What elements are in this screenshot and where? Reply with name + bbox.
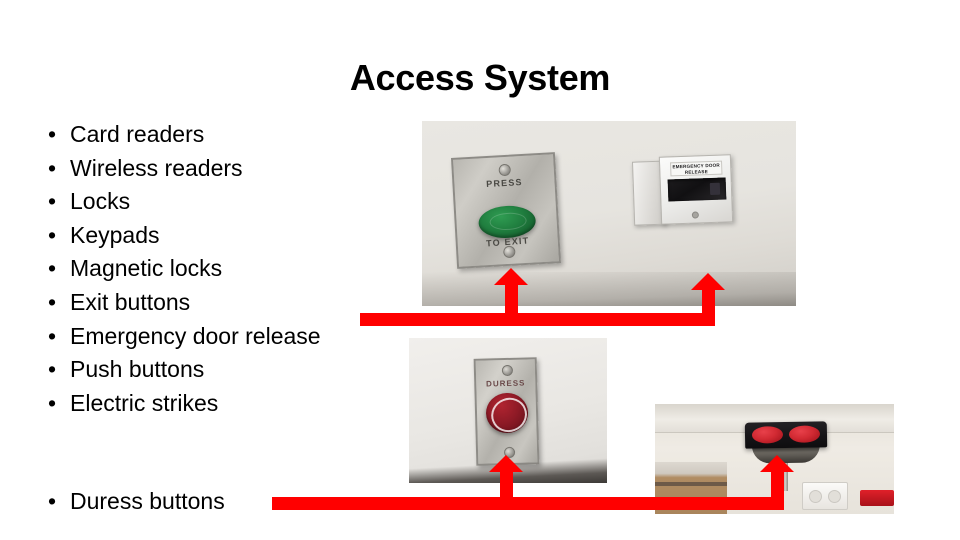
list-item: • Emergency door release xyxy=(48,320,378,354)
bullet-icon: • xyxy=(48,121,57,147)
connector-bar xyxy=(272,497,784,510)
list-item-label: Card readers xyxy=(70,121,205,147)
page-title: Access System xyxy=(349,57,611,98)
bullet-icon: • xyxy=(48,188,57,215)
connector-stem xyxy=(771,470,784,500)
list-item: • Electric strikes xyxy=(48,387,378,421)
box-opening xyxy=(667,177,727,202)
press-to-exit-plate: PRESS TO EXIT xyxy=(450,152,562,269)
connector-stem xyxy=(702,288,715,316)
list-item-label: Locks xyxy=(70,188,131,215)
list-item-label: Wireless readers xyxy=(70,154,243,181)
feature-bullet-list: • Card readers • Wireless readers • Locks •… xyxy=(48,118,378,420)
bullet-icon: • xyxy=(48,322,57,349)
list-item: • Wireless readers xyxy=(48,152,378,186)
list-item-label: Push buttons xyxy=(70,356,205,383)
bullet-icon: • xyxy=(48,356,57,383)
rotate-arrow-icon xyxy=(485,392,532,438)
list-item-label: Exit buttons xyxy=(70,288,191,315)
list-item: • Keypads xyxy=(48,219,378,253)
list-item-label: Emergency door release xyxy=(70,322,321,349)
green-exit-button xyxy=(477,204,537,240)
screw-icon xyxy=(502,245,516,259)
wall-shadow xyxy=(422,272,796,306)
emergency-door-release-label: EMERGENCY DOOR RELEASE xyxy=(670,160,723,177)
box-front-panel: EMERGENCY DOOR RELEASE xyxy=(658,154,734,225)
bullet-icon: • xyxy=(48,288,57,315)
list-item-label: Magnetic locks xyxy=(70,255,223,282)
red-duress-button xyxy=(485,392,532,438)
bullet-icon: • xyxy=(48,389,57,416)
list-item: • Exit buttons xyxy=(48,286,378,320)
sensor-lens-icon xyxy=(788,425,821,443)
photo-exit-button-and-emergency-door-release: PRESS TO EXIT EMERGENCY DOOR RELEASE xyxy=(422,121,796,306)
arrow-head-up-icon xyxy=(494,268,528,285)
list-item-label: Keypads xyxy=(70,221,160,248)
list-item: • Locks xyxy=(48,185,378,219)
sensor-lens-icon xyxy=(751,426,784,444)
red-wall-device xyxy=(860,490,894,506)
list-item-label: Duress buttons xyxy=(70,488,225,514)
list-item: • Push buttons xyxy=(48,353,378,387)
list-item: • Magnetic locks xyxy=(48,252,378,286)
arrow-head-up-icon xyxy=(691,273,725,290)
connector-bar xyxy=(360,313,715,326)
connector-stem xyxy=(500,470,513,500)
bullet-icon: • xyxy=(48,221,57,248)
connector-stem xyxy=(505,283,518,315)
wall-outlet xyxy=(802,482,848,510)
screw-icon xyxy=(501,364,513,377)
dual-lens-motion-sensor xyxy=(744,421,828,449)
list-item-duress: • Duress buttons xyxy=(48,485,225,519)
arrow-head-up-icon xyxy=(760,455,794,472)
list-item: • Card readers xyxy=(48,118,378,152)
duress-button-plate: DURESS xyxy=(473,357,540,466)
arrow-head-up-icon xyxy=(489,455,523,472)
list-item-label: Electric strikes xyxy=(70,389,219,416)
bullet-icon: • xyxy=(48,255,57,282)
plate-label-press: PRESS xyxy=(485,177,523,190)
emergency-door-release-box: EMERGENCY DOOR RELEASE xyxy=(631,154,734,226)
screw-icon xyxy=(691,211,700,219)
plate-label-duress: DURESS xyxy=(485,378,526,389)
bullet-icon: • xyxy=(48,488,57,514)
bullet-icon: • xyxy=(48,154,57,181)
screw-icon xyxy=(498,163,512,177)
